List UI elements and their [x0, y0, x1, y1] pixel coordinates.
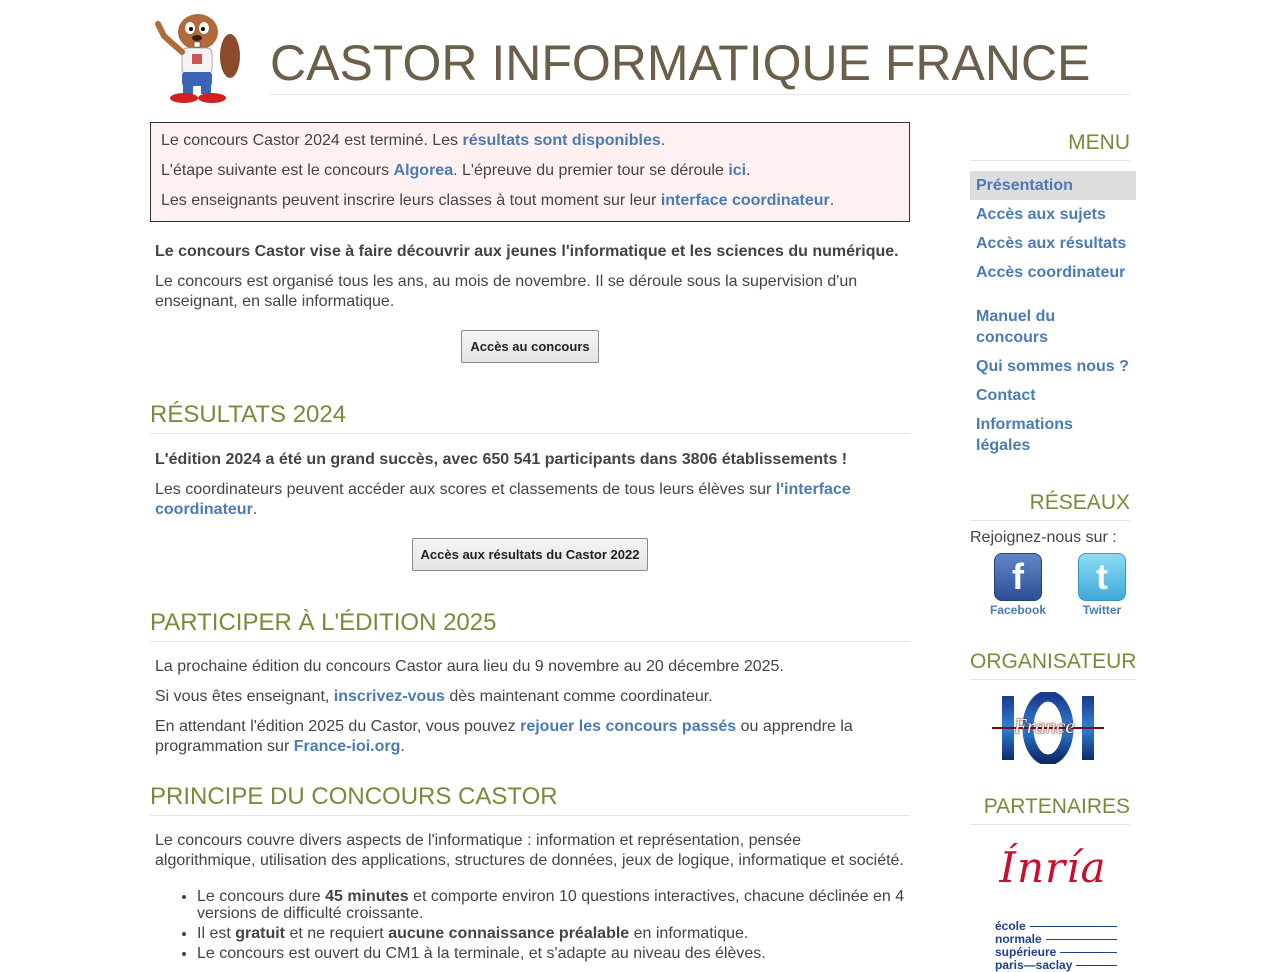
notice-line-1: Le concours Castor 2024 est terminé. Les…	[161, 132, 666, 149]
list-item: Le concours dure 45 minutes et comporte …	[197, 888, 910, 922]
results-section: L'édition 2024 a été un grand succès, av…	[150, 450, 910, 571]
participate-section: La prochaine édition du concours Castor …	[150, 657, 910, 757]
participate-meanwhile: En attendant l'édition 2025 du Castor, v…	[155, 718, 853, 755]
facebook-icon: f	[994, 553, 1042, 601]
organizer-heading: ORGANISATEUR	[970, 649, 1136, 680]
intro-section: Le concours Castor vise à faire découvri…	[150, 242, 910, 363]
sidebar-item-manual[interactable]: Manuel du concours	[970, 302, 1136, 352]
list-item: Il est gratuit et ne requiert aucune con…	[197, 925, 910, 942]
notice-line-2: L'étape suivante est le concours Algorea…	[161, 162, 751, 179]
page: CASTOR INFORMATIQUE FRANCE Le concours C…	[0, 0, 1280, 972]
twitter-link[interactable]: t Twitter	[1078, 553, 1127, 617]
sidebar-item-presentation[interactable]: Présentation	[970, 171, 1136, 200]
france-ioi-link[interactable]: France-ioi.org	[294, 738, 401, 755]
contest-access-button[interactable]: Accès au concours	[461, 330, 599, 363]
sidebar-item-results[interactable]: Accès aux résultats	[970, 229, 1136, 258]
facebook-link[interactable]: f Facebook	[990, 553, 1046, 617]
ioi-logo-text: France	[1014, 714, 1075, 738]
intro-text: Le concours est organisé tous les ans, a…	[155, 273, 858, 310]
results-lead: L'édition 2024 a été un grand succès, av…	[155, 451, 848, 468]
past-contests-link[interactable]: rejouer les concours passés	[520, 718, 736, 735]
sidebar-item-coordinator[interactable]: Accès coordinateur	[970, 258, 1136, 287]
principle-list: Le concours dure 45 minutes et comporte …	[150, 888, 910, 962]
sidebar-item-subjects[interactable]: Accès aux sujets	[970, 200, 1136, 229]
social-links: f Facebook t Twitter	[970, 553, 1136, 617]
facebook-label: Facebook	[990, 603, 1047, 617]
sidebar-item-contact[interactable]: Contact	[970, 381, 1136, 410]
coordinator-interface-link[interactable]: interface coordinateur	[661, 192, 830, 209]
register-link[interactable]: inscrivez-vous	[334, 688, 445, 705]
twitter-icon: t	[1078, 553, 1127, 601]
networks-heading: RÉSEAUX	[970, 490, 1130, 521]
twitter-label: Twitter	[1082, 603, 1122, 617]
join-text: Rejoignez-nous sur :	[970, 529, 1117, 546]
results-heading: RÉSULTATS 2024	[150, 401, 910, 434]
inria-logo-text: Ínría	[999, 843, 1107, 892]
intro-lead: Le concours Castor vise à faire découvri…	[155, 243, 899, 260]
results-text: Les coordinateurs peuvent accéder aux sc…	[155, 481, 851, 518]
notice-line-3: Les enseignants peuvent inscrire leurs c…	[161, 192, 835, 209]
inria-logo[interactable]: Ínría	[970, 843, 1136, 892]
france-ioi-logo[interactable]: France	[992, 690, 1104, 766]
participate-heading: PARTICIPER À L'ÉDITION 2025	[150, 609, 910, 642]
results-available-link[interactable]: résultats sont disponibles	[463, 132, 661, 149]
site-title: CASTOR INFORMATIQUE FRANCE	[270, 34, 1130, 95]
sidebar-item-legal[interactable]: Informations légales	[970, 410, 1136, 460]
ens-paris-saclay-logo[interactable]: école normale supérieure paris—saclay	[995, 920, 1117, 972]
results-2022-button[interactable]: Accès aux résultats du Castor 2022	[411, 538, 649, 571]
sidebar: MENU Présentation Accès aux sujets Accès…	[970, 130, 1136, 972]
participate-register: Si vous êtes enseignant, inscrivez-vous …	[155, 688, 713, 705]
algorea-link[interactable]: Algorea	[394, 162, 454, 179]
main-content: Le concours Castor 2024 est terminé. Les…	[150, 122, 910, 965]
menu-heading: MENU	[970, 130, 1130, 161]
sidebar-item-about[interactable]: Qui sommes nous ?	[970, 352, 1136, 381]
announcement-box: Le concours Castor 2024 est terminé. Les…	[150, 122, 910, 222]
principle-section: Le concours couvre divers aspects de l'i…	[150, 831, 910, 871]
partners-heading: PARTENAIRES	[970, 794, 1130, 825]
principle-heading: PRINCIPE DU CONCOURS CASTOR	[150, 783, 910, 816]
beaver-mascot-icon[interactable]	[150, 6, 242, 106]
sidebar-menu: Présentation Accès aux sujets Accès aux …	[970, 171, 1136, 460]
participate-dates: La prochaine édition du concours Castor …	[155, 658, 784, 675]
principle-text: Le concours couvre divers aspects de l'i…	[155, 832, 904, 869]
list-item: Le concours est ouvert du CM1 à la termi…	[197, 945, 910, 962]
first-round-link[interactable]: ici	[728, 162, 746, 179]
